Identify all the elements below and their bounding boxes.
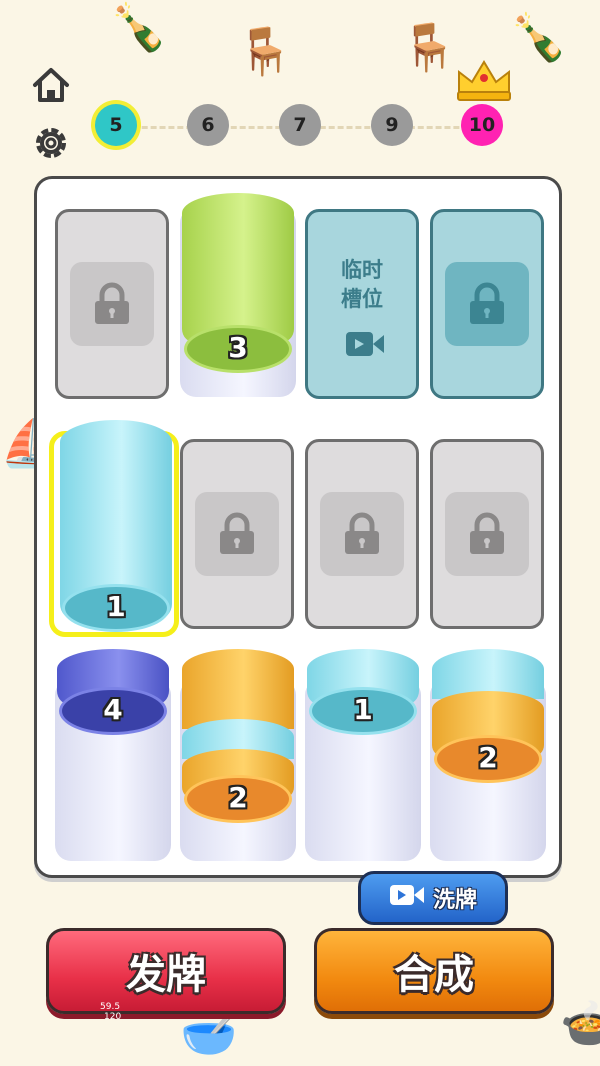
selected-slot[interactable]: 1 [49,420,179,637]
disc-stack-cyan-selected[interactable]: 1 [58,414,174,632]
bg-bottle-doodle: 🍾 [110,0,168,54]
green-discs [182,193,294,343]
lock-icon [195,492,279,576]
orange-discs-upper [182,649,294,729]
temp-slot-label-line1: 临时 [341,258,383,282]
level-node-current: 5 [95,104,137,146]
deal-label: 发牌 [126,952,206,998]
temp-slot-label: 临时 槽位 [308,256,416,314]
stack-count: 2 [478,741,498,774]
disc-stack-orange-mix[interactable]: 2 [180,649,296,861]
bg-pot-doodle: 🍲 [560,996,600,1050]
bg-bowl-doodle: 🥣 [180,1006,238,1060]
locked-slot[interactable] [305,439,419,629]
video-ad-icon [345,330,385,362]
lock-icon [320,492,404,576]
stack-count: 3 [228,331,248,364]
disc-stack-orange[interactable]: 2 [430,649,546,861]
level-progress: 5 6 7 9 10 [95,104,515,150]
temp-slot-label-line2: 槽位 [341,287,383,311]
locked-slot[interactable] [430,439,544,629]
level-node-boss: 10 [461,104,503,146]
locked-slot[interactable] [55,209,169,399]
bg-bottle-doodle: 🍾 [510,10,568,64]
crown-icon [455,58,513,106]
stack-count: 2 [228,781,248,814]
shuffle-label: 洗牌 [432,888,477,913]
lock-icon [445,262,529,346]
game-board: 3 临时 槽位 1 4 2 1 2 [34,176,562,878]
fps-value: 59.5 [100,1002,121,1012]
merge-label: 合成 [394,952,474,998]
level-node: 6 [187,104,229,146]
lock-icon [445,492,529,576]
level-node: 9 [371,104,413,146]
fps-overlay: 59.5 120 [46,1002,121,1022]
home-icon[interactable] [28,62,74,108]
level-node: 7 [279,104,321,146]
gear-icon[interactable] [28,120,74,166]
disc-stack-cyan[interactable]: 1 [305,649,421,861]
stack-count: 1 [353,693,373,726]
bg-chair-doodle: 🪑 [400,20,458,74]
locked-slot[interactable] [180,439,294,629]
locked-slot-teal[interactable] [430,209,544,399]
merge-button[interactable]: 合成 [314,928,554,1014]
lock-icon [70,262,154,346]
stack-count: 1 [106,590,126,623]
disc-stack-green[interactable]: 3 [180,187,296,397]
stack-count: 4 [103,693,123,726]
shuffle-button[interactable]: 洗牌 [358,871,508,925]
fps-target: 120 [104,1012,122,1022]
temp-slot[interactable]: 临时 槽位 [305,209,419,399]
bg-chair-doodle: 🪑 [236,24,294,78]
video-ad-icon [389,883,425,913]
disc-stack-blue[interactable]: 4 [55,649,171,861]
